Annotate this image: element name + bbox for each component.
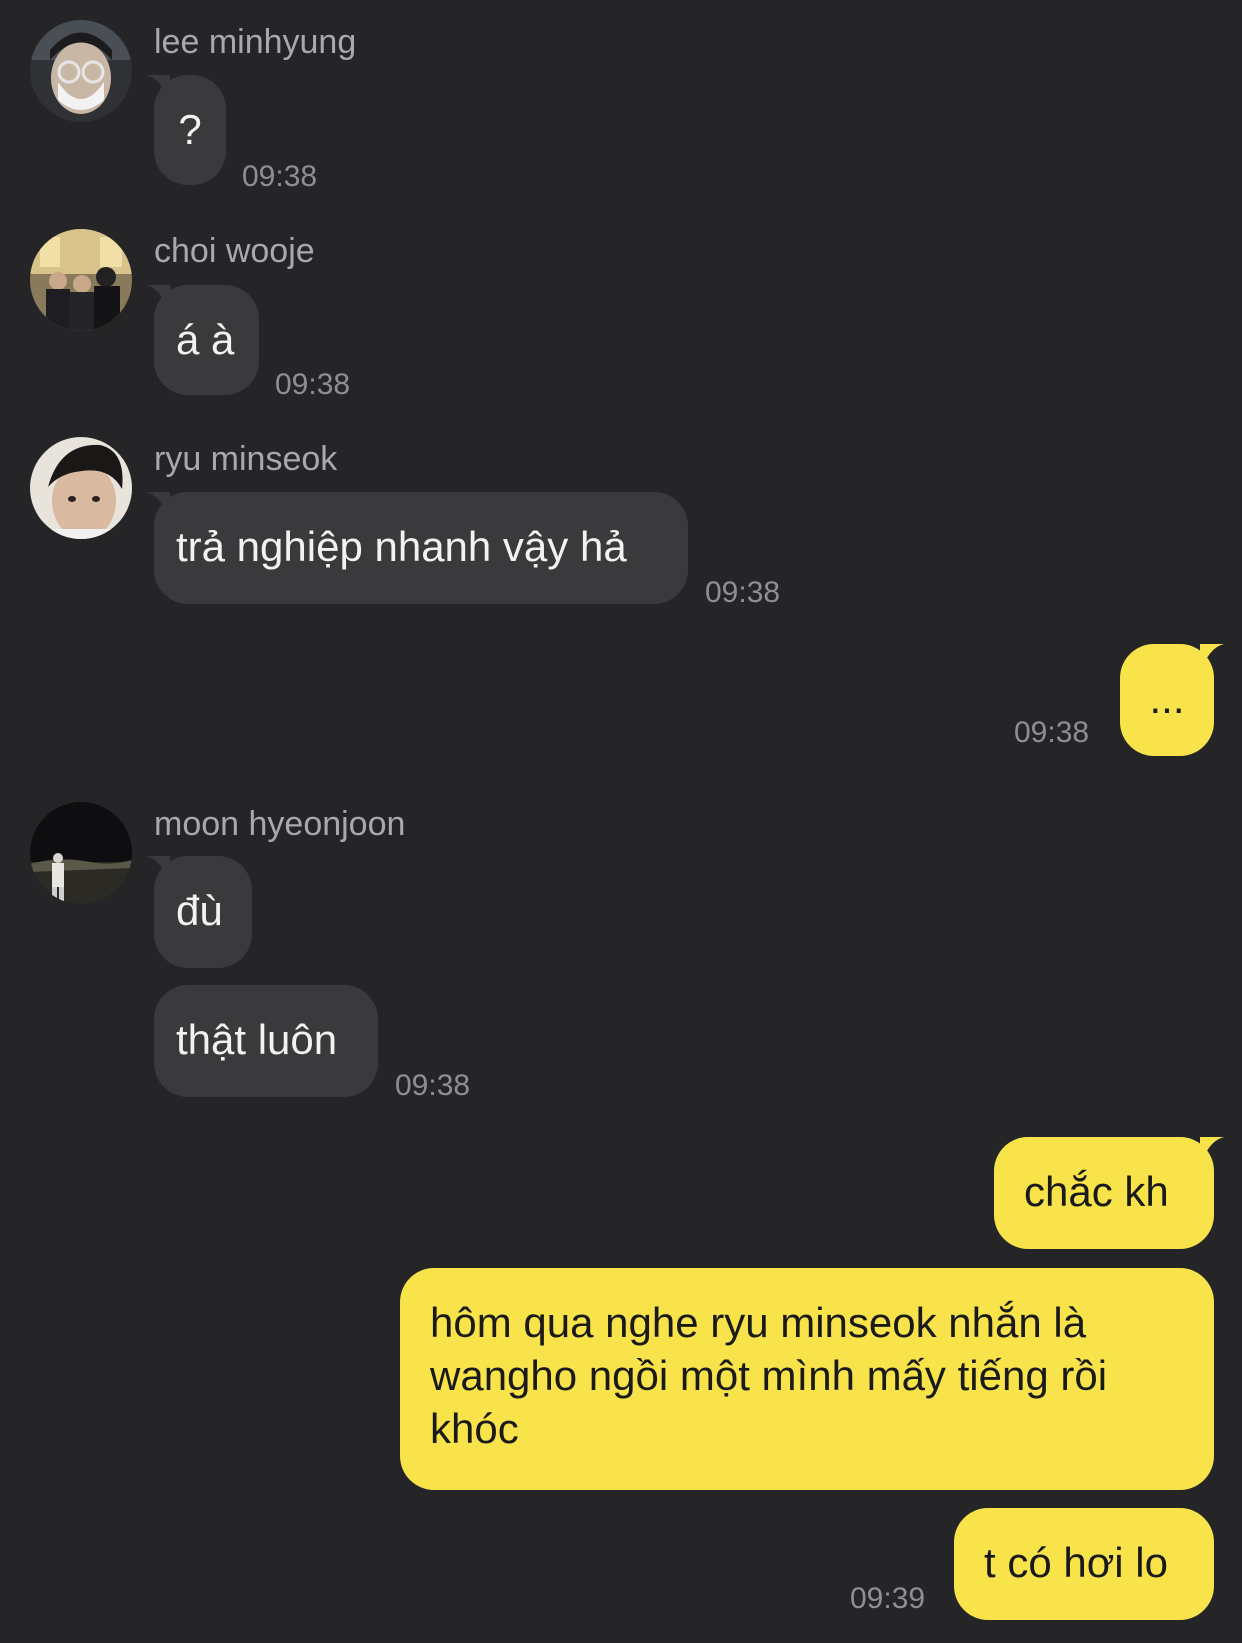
sender-name: ryu minseok: [154, 440, 338, 478]
message-time: 09:38: [275, 368, 351, 401]
sender-name: lee minhyung: [154, 23, 357, 61]
avatar-lee-minhyung[interactable]: [30, 20, 132, 122]
message-bubble[interactable]: t có hơi lo: [954, 1508, 1214, 1620]
message-text: ...: [1149, 675, 1185, 722]
message-bubble[interactable]: ...: [1120, 644, 1224, 756]
message-bubble[interactable]: trả nghiệp nhanh vậy hả: [146, 492, 688, 604]
message-time: 09:39: [850, 1582, 926, 1615]
message-text: t có hơi lo: [984, 1539, 1168, 1586]
avatar-moon-hyeonjoon[interactable]: [30, 802, 132, 904]
message-text: á à: [176, 316, 235, 363]
message-time: 09:38: [242, 160, 318, 193]
bubble-tail-icon: [146, 75, 170, 105]
message-text: trả nghiệp nhanh vậy hả: [176, 523, 627, 570]
bubble-tail-icon: [146, 856, 170, 886]
message-text: thật luôn: [176, 1016, 338, 1063]
message-text: đù: [176, 887, 223, 934]
message-time: 09:38: [1014, 716, 1090, 749]
sender-name: choi wooje: [154, 232, 315, 270]
message-bubble[interactable]: á à: [146, 285, 259, 395]
message-time: 09:38: [705, 576, 781, 609]
sender-name: moon hyeonjoon: [154, 805, 406, 843]
message-text: hôm qua nghe ryu minseok nhắn là wangho …: [430, 1299, 1108, 1452]
bubble-tail-icon: [146, 492, 170, 522]
bubble-tail-icon: [146, 285, 170, 315]
avatar-ryu-minseok[interactable]: [30, 437, 132, 539]
message-text: chắc kh: [1024, 1168, 1169, 1215]
bubble-tail-icon: [1200, 1137, 1224, 1167]
message-bubble[interactable]: đù: [146, 856, 252, 968]
bubble-tail-icon: [1200, 644, 1224, 674]
message-bubble[interactable]: ?: [146, 75, 226, 185]
message-bubble[interactable]: chắc kh: [994, 1137, 1224, 1249]
message-bubble[interactable]: thật luôn: [154, 985, 378, 1097]
message-text: ?: [178, 106, 202, 153]
avatar-choi-wooje[interactable]: [30, 229, 132, 331]
message-time: 09:38: [395, 1069, 471, 1102]
message-bubble[interactable]: hôm qua nghe ryu minseok nhắn là wangho …: [400, 1268, 1214, 1490]
